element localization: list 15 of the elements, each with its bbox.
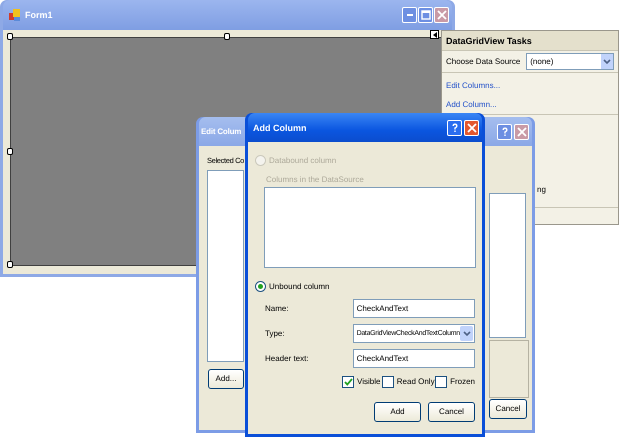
task-option-label: ng xyxy=(537,185,546,195)
field-label: Name: xyxy=(265,304,290,314)
checkbox-label: Frozen xyxy=(450,376,475,386)
window-title: Form1 xyxy=(25,10,54,20)
radio-label: Unbound column xyxy=(269,282,330,292)
checkbox-label: Read Only xyxy=(396,376,435,386)
window-title: Edit Colum xyxy=(201,126,242,136)
radio-label: Databound column xyxy=(269,156,336,166)
panel-title: DataGridView Tasks xyxy=(442,31,618,51)
field-label: Header text: xyxy=(265,354,310,364)
checkbox-label: Visible xyxy=(357,376,380,386)
window-title: Add Column xyxy=(253,122,308,132)
field-label: Columns in the DataSource xyxy=(266,175,365,185)
field-label: Type: xyxy=(265,328,286,338)
field-label: Choose Data Source xyxy=(446,56,520,66)
